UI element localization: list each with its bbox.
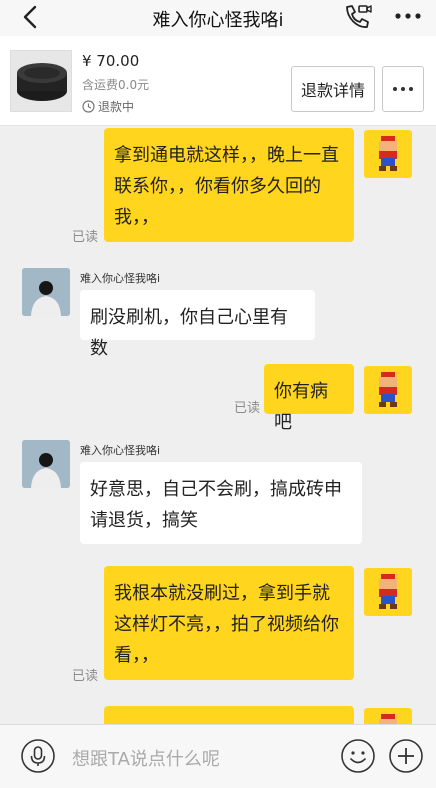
more-horizontal-icon: [393, 87, 413, 91]
message-bubble-theirs[interactable]: 刷没刷机，你自己心里有数: [80, 290, 315, 359]
refund-status-label: 退款中: [98, 100, 135, 114]
sender-name: 难入你心怪我咯i: [80, 444, 161, 457]
shipping-fee: 含运费0.0元: [82, 78, 150, 92]
product-image: [11, 51, 71, 111]
order-card[interactable]: ¥ 70.00 含运费0.0元 退款中 退款详情: [0, 36, 436, 126]
contact-avatar[interactable]: [22, 268, 70, 316]
microphone-icon[interactable]: [20, 738, 56, 774]
read-receipt: 已读: [72, 669, 99, 684]
more-horizontal-icon[interactable]: [393, 4, 423, 28]
emoji-icon[interactable]: [340, 738, 376, 774]
message-bubble-theirs[interactable]: 好意思，自己不会刷，搞成砖申请退货，搞笑: [80, 462, 362, 544]
order-more-button[interactable]: [382, 66, 424, 112]
message-bubble-mine[interactable]: 你有病吧: [264, 364, 354, 433]
my-avatar[interactable]: [364, 568, 412, 616]
message-bubble-mine[interactable]: 拿到通电就这样，，晚上一直联系你，，你看你多久回的我，，: [104, 128, 354, 242]
input-bar: 想跟TA说点什么呢: [0, 724, 436, 788]
message-input[interactable]: 想跟TA说点什么呢: [72, 745, 322, 771]
mario-avatar-icon: [379, 574, 397, 609]
top-bar: 难入你心怪我咯i: [0, 0, 436, 36]
my-avatar[interactable]: [364, 366, 412, 414]
add-icon[interactable]: [388, 738, 424, 774]
read-receipt: 已读: [72, 230, 99, 245]
refund-status: 退款中: [82, 98, 134, 115]
clock-icon: [82, 100, 95, 113]
contact-avatar[interactable]: [22, 440, 70, 488]
order-price: ¥ 70.00: [82, 52, 140, 70]
sender-name: 难入你心怪我咯i: [80, 272, 161, 285]
phone-video-icon[interactable]: [342, 3, 372, 31]
mario-avatar-icon: [379, 136, 397, 171]
person-avatar-icon: [22, 268, 70, 316]
refund-details-button[interactable]: 退款详情: [291, 66, 375, 112]
read-receipt: 已读: [234, 401, 261, 416]
my-avatar[interactable]: [364, 130, 412, 178]
message-bubble-mine[interactable]: 我根本就没刷过，拿到手就这样灯不亮，，拍了视频给你看，，: [104, 566, 354, 680]
person-avatar-icon: [22, 440, 70, 488]
product-thumbnail[interactable]: [10, 50, 72, 112]
mario-avatar-icon: [379, 372, 397, 407]
